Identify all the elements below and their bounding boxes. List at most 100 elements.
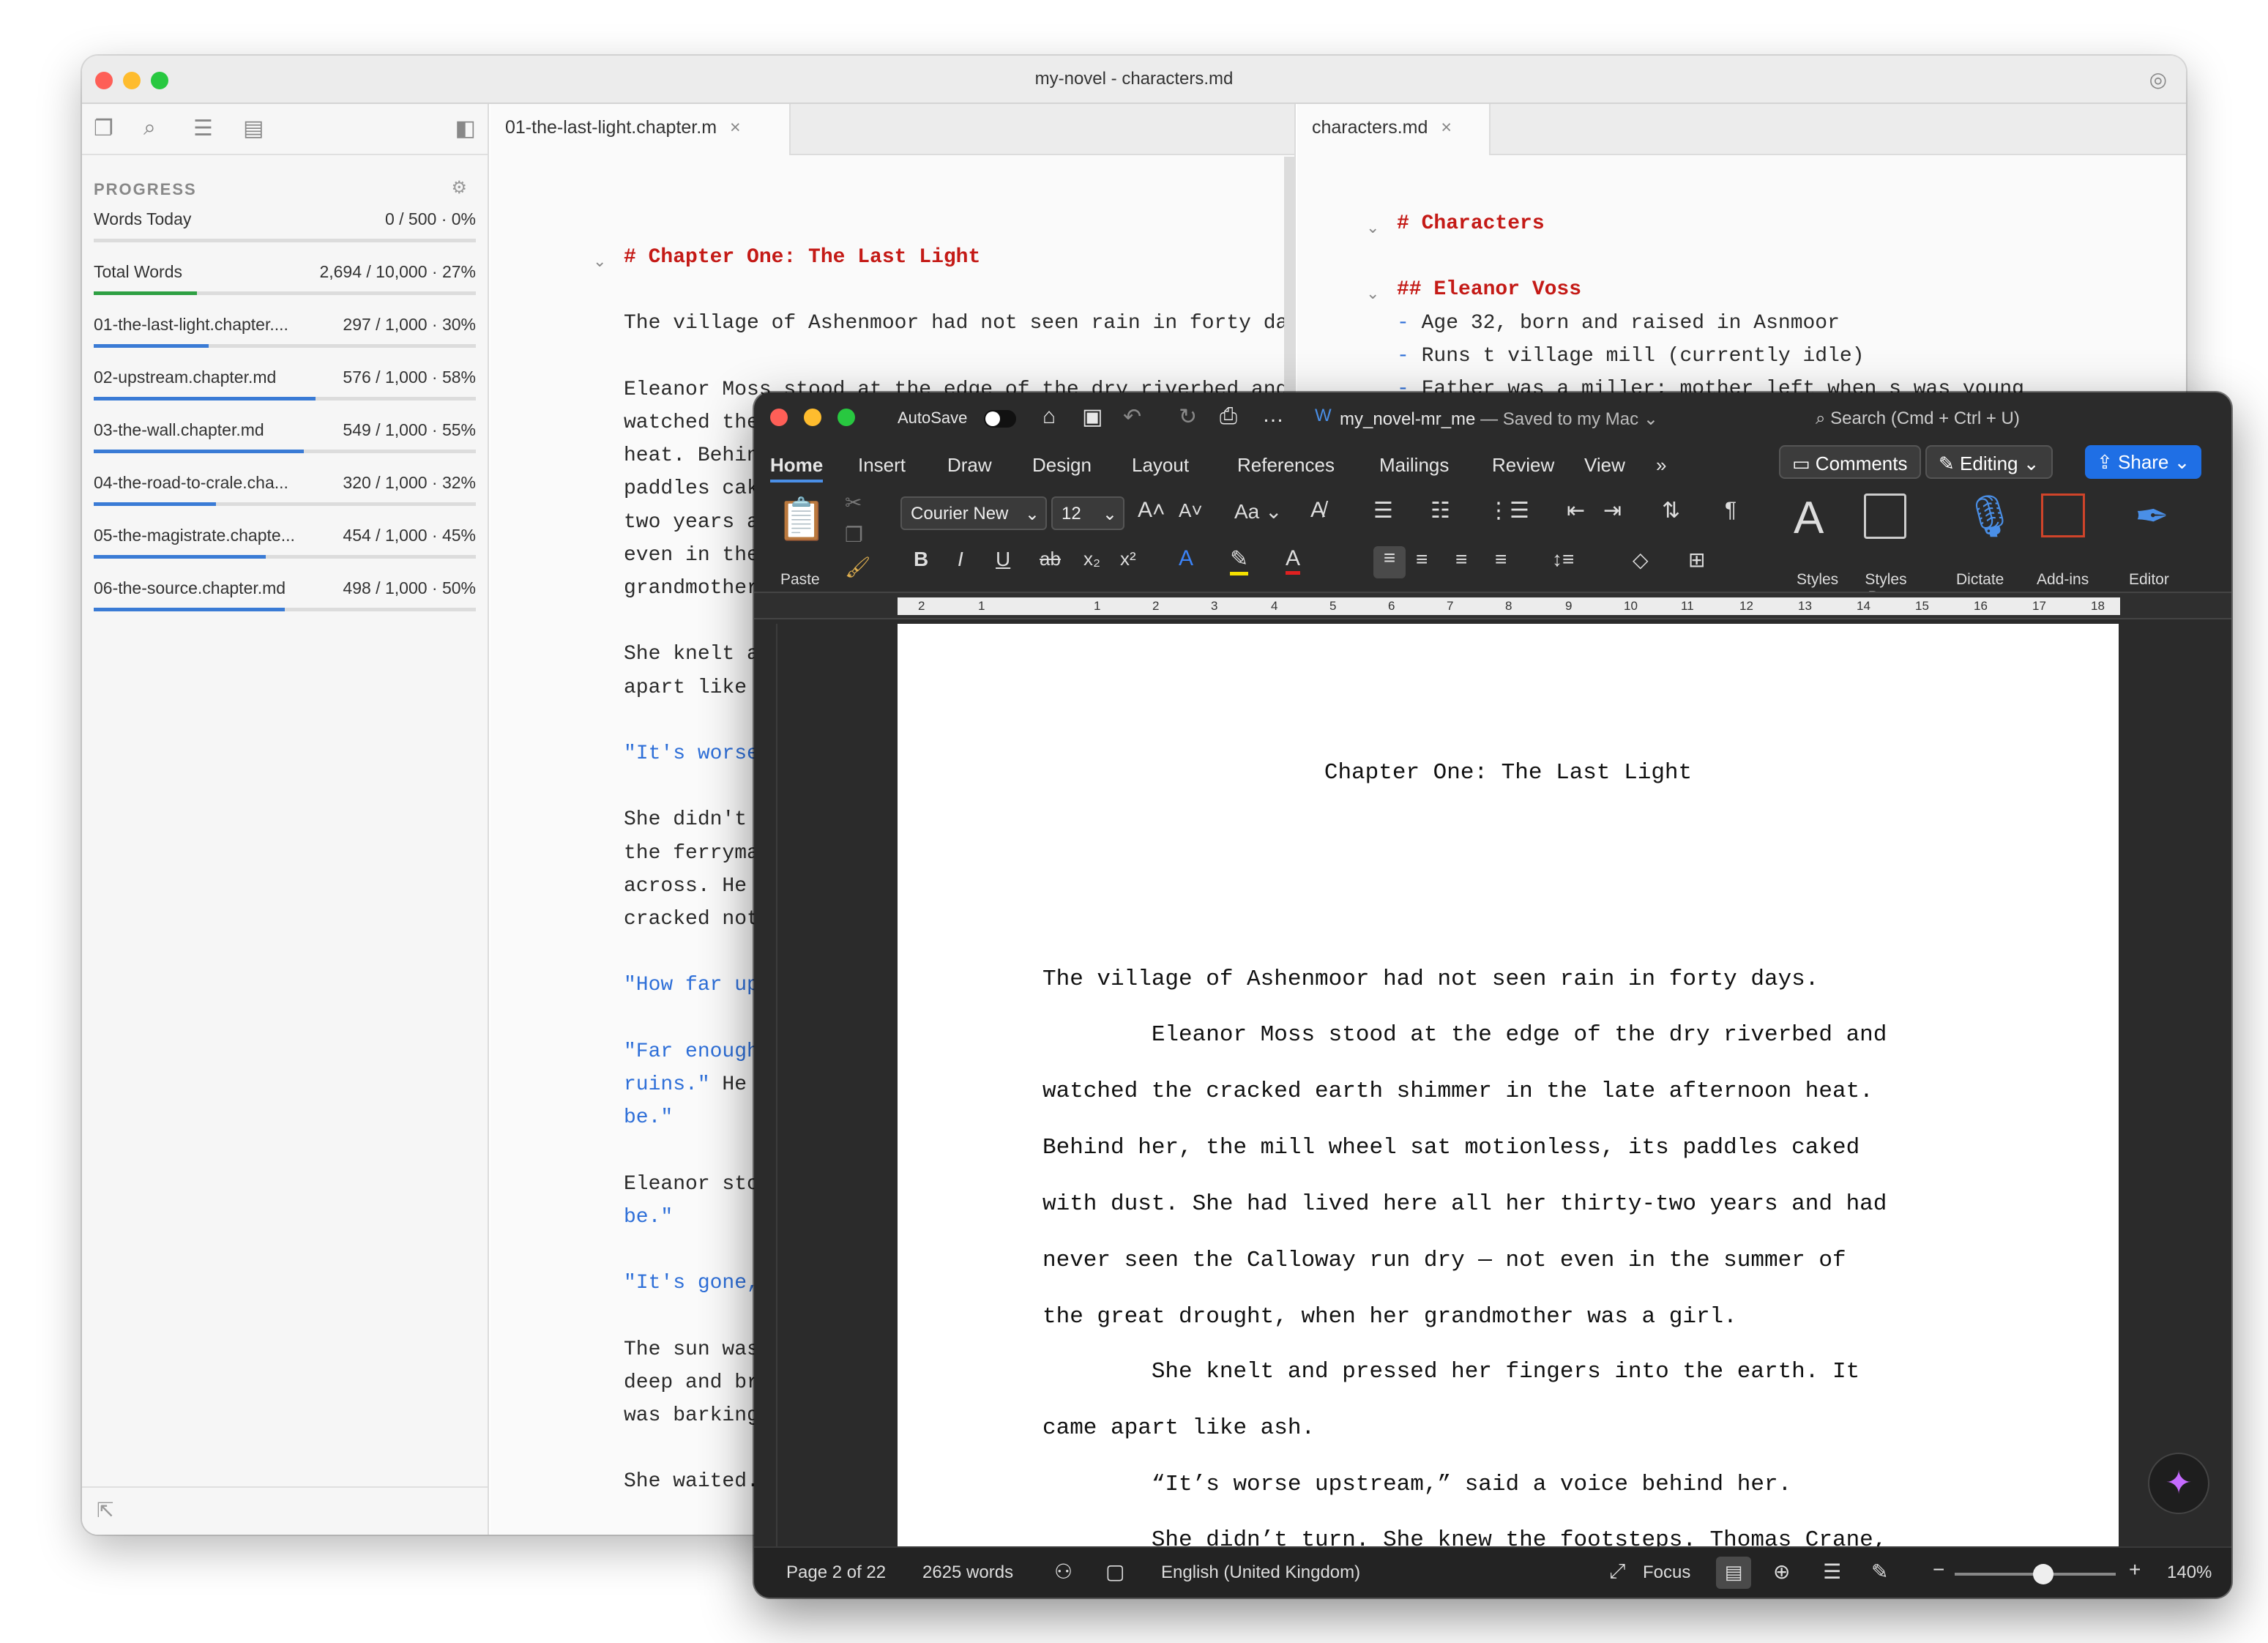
share-button[interactable]: ⇪ Share ⌄ — [2085, 445, 2202, 479]
zoom-window-button[interactable] — [838, 409, 855, 426]
progress-row[interactable]: 05-the-magistrate.chapte... 454 / 1,000 ·… — [94, 514, 476, 565]
horizontal-ruler[interactable]: 2 1 1 2 3 4 5 6 7 8 9 10 11 12 13 14 15 16 17 18 — [754, 592, 2231, 619]
close-window-button[interactable] — [770, 409, 788, 426]
menu-tab-layout[interactable]: Layout — [1132, 454, 1189, 477]
focus-button[interactable]: Focus — [1643, 1562, 1690, 1583]
grow-font-icon[interactable]: A˄ — [1138, 498, 1165, 523]
autosave-toggle[interactable] — [984, 410, 1016, 428]
styles-label[interactable]: Styles — [1797, 571, 1838, 589]
gear-icon[interactable]: ⚙ — [451, 177, 467, 198]
home-icon[interactable]: ⌂ — [1042, 404, 1056, 429]
undo-icon[interactable]: ↶ — [1123, 404, 1141, 430]
zoom-in-icon[interactable]: + — [2129, 1558, 2141, 1581]
zoom-out-icon[interactable]: − — [1933, 1558, 1944, 1581]
borders-icon[interactable]: ⊞ — [1688, 548, 1705, 572]
print-icon[interactable]: ⎙ — [1220, 404, 1237, 429]
progress-row[interactable]: Total Words 2,694 / 10,000 · 27% — [94, 250, 476, 302]
add-ins-icon[interactable] — [2041, 493, 2085, 537]
redo-icon[interactable]: ↻ — [1179, 404, 1197, 430]
subscript-icon[interactable]: x₂ — [1083, 548, 1100, 570]
close-tab-icon[interactable]: × — [1441, 117, 1452, 138]
editor-label[interactable]: Editor — [2129, 571, 2169, 589]
fold-chevron-icon[interactable]: ⌄ — [1366, 284, 1379, 303]
close-tab-icon[interactable]: × — [730, 117, 741, 138]
superscript-icon[interactable]: x² — [1120, 548, 1136, 570]
menu-tab-home[interactable]: Home — [770, 454, 824, 483]
decrease-indent-icon[interactable]: ⇤ — [1567, 498, 1585, 524]
fold-chevron-icon[interactable]: ⌄ — [593, 252, 606, 271]
shrink-font-icon[interactable]: A˅ — [1179, 499, 1203, 522]
progress-row[interactable]: 04-the-road-to-crale.cha... 320 / 1,000 ·… — [94, 461, 476, 513]
copilot-icon[interactable]: ✦ — [2148, 1453, 2209, 1514]
word-count[interactable]: 2625 words — [922, 1562, 1013, 1583]
change-case-button[interactable]: Aa ⌄ — [1234, 499, 1283, 524]
align-right-icon[interactable]: ≡ — [1455, 548, 1467, 571]
microphone-icon[interactable]: 🎙 — [1963, 492, 2015, 540]
editing-mode-button[interactable]: ✎ Editing ⌄ — [1925, 445, 2053, 479]
print-layout-icon[interactable]: ▤ — [1716, 1557, 1751, 1589]
search-icon[interactable]: ⌕ — [143, 116, 156, 141]
progress-row[interactable]: 06-the-source.chapter.md 498 / 1,000 · 50… — [94, 567, 476, 618]
fold-chevron-icon[interactable]: ⌄ — [1366, 218, 1379, 237]
highlight-icon[interactable]: ✎ — [1230, 546, 1249, 575]
font-size-select[interactable]: 12 ⌄ — [1051, 496, 1124, 530]
styles-icon[interactable]: A — [1794, 492, 1824, 544]
pilcrow-icon[interactable]: ¶ — [1725, 498, 1737, 523]
zoom-slider[interactable] — [1955, 1564, 2116, 1584]
progress-row[interactable]: 03-the-wall.chapter.md 549 / 1,000 · 55% — [94, 409, 476, 460]
more-tabs-icon[interactable]: » — [1656, 454, 1666, 477]
menu-tab-draw[interactable]: Draw — [947, 454, 992, 477]
multilevel-list-icon[interactable]: ⋮☰ — [1488, 498, 1529, 524]
menu-tab-design[interactable]: Design — [1032, 454, 1092, 477]
strikethrough-icon[interactable]: ab — [1040, 548, 1061, 570]
clipboard-icon[interactable]: 📋 — [776, 495, 827, 543]
text-effects-icon[interactable]: A — [1179, 546, 1193, 571]
menu-tab-view[interactable]: View — [1584, 454, 1625, 477]
reader-mode-icon[interactable]: ◎ — [2149, 67, 2167, 92]
files-icon[interactable]: ❐ — [94, 116, 113, 141]
underline-icon[interactable]: U — [996, 548, 1010, 571]
track-changes-icon[interactable]: ▢ — [1105, 1560, 1124, 1584]
progress-row[interactable]: Words Today 0 / 500 · 0% — [94, 198, 476, 249]
font-color-icon[interactable]: A — [1286, 546, 1301, 575]
minimize-window-button[interactable] — [804, 409, 821, 426]
line-spacing-icon[interactable]: ↕≡ — [1552, 548, 1574, 571]
progress-row[interactable]: 02-upstream.chapter.md 576 / 1,000 · 58% — [94, 356, 476, 407]
menu-tab-review[interactable]: Review — [1492, 454, 1554, 477]
paste-label[interactable]: Paste — [780, 571, 820, 589]
document-name[interactable]: my_novel-mr_me — Saved to my Mac ⌄ — [1340, 409, 1658, 430]
menu-tab-insert[interactable]: Insert — [858, 454, 906, 477]
numbering-icon[interactable]: ☷ — [1430, 498, 1450, 524]
comments-button[interactable]: ▭ Comments — [1779, 445, 1921, 479]
outline-icon[interactable]: ☰ — [193, 116, 213, 141]
font-name-select[interactable]: Courier New ⌄ — [900, 496, 1047, 530]
clear-formatting-icon[interactable]: A̸ — [1310, 498, 1325, 523]
justify-icon[interactable]: ≡ — [1495, 548, 1507, 571]
italic-icon[interactable]: I — [958, 548, 963, 571]
add-ins-label[interactable]: Add-ins — [2037, 571, 2089, 589]
increase-indent-icon[interactable]: ⇥ — [1603, 498, 1622, 524]
copy-icon[interactable]: ❐ — [845, 523, 863, 547]
document-icon[interactable]: ▤ — [243, 116, 264, 141]
web-layout-icon[interactable]: ⊕ — [1773, 1560, 1790, 1584]
language-status[interactable]: English (United Kingdom) — [1161, 1562, 1360, 1583]
menu-tab-mailings[interactable]: Mailings — [1379, 454, 1449, 477]
bold-icon[interactable]: B — [914, 548, 928, 571]
shading-icon[interactable]: ◇ — [1633, 548, 1649, 572]
align-left-icon[interactable]: ≡ — [1373, 546, 1406, 578]
share-out-icon[interactable]: ⇱ — [97, 1498, 113, 1522]
styles-pane-icon[interactable] — [1864, 493, 1906, 539]
zoom-level[interactable]: 140% — [2167, 1562, 2212, 1583]
bullets-icon[interactable]: ☰ — [1373, 498, 1393, 524]
progress-row[interactable]: 01-the-last-light.chapter.... 297 / 1,000… — [94, 303, 476, 354]
expand-icon[interactable]: ⤢ — [1609, 1560, 1625, 1584]
tab-characters[interactable]: characters.md × — [1297, 104, 1491, 155]
sort-icon[interactable]: ⇅ — [1662, 498, 1680, 524]
zoom-slider-thumb[interactable] — [2033, 1564, 2053, 1584]
document-page[interactable]: Chapter One: The Last Light The village … — [898, 624, 2119, 1553]
search-box[interactable]: ⌕ Search (Cmd + Ctrl + U) — [1816, 409, 2020, 429]
format-painter-icon[interactable]: 🖌 — [845, 555, 871, 579]
collapse-sidebar-icon[interactable]: ◧ — [455, 116, 476, 141]
draft-view-icon[interactable]: ✎ — [1871, 1560, 1888, 1584]
accessibility-icon[interactable]: ⚇ — [1054, 1560, 1073, 1584]
